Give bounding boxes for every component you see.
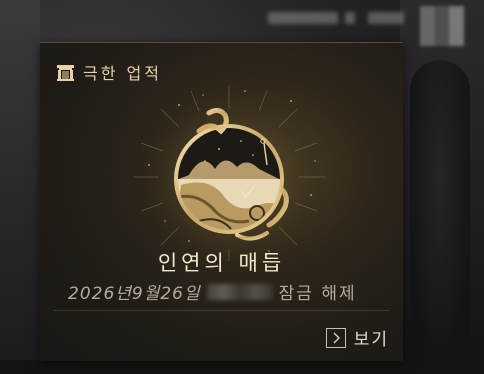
- blurred-hud-text: [345, 12, 355, 24]
- divider: [54, 310, 389, 311]
- pixelated-hud-element: [420, 6, 464, 46]
- view-button[interactable]: 보기: [325, 325, 389, 350]
- gate-icon: [56, 63, 75, 82]
- background-bottom: [0, 360, 484, 374]
- background-left: [0, 0, 40, 374]
- background-character: [410, 60, 470, 360]
- unlock-date: 2026년9월26일: [68, 284, 201, 304]
- knot-emblem-icon: [119, 65, 339, 273]
- achievement-popup: 극한 업적 인연의 매듭 2026년9월26일 잠금 해제 보기: [40, 42, 403, 361]
- redacted-time: [206, 283, 273, 300]
- achievement-name: 인연의 매듭: [157, 251, 286, 275]
- game-screen: 극한 업적 인연의 매듭 2026년9월26일 잠금 해제 보기: [0, 0, 484, 374]
- background-right: [400, 0, 484, 374]
- blurred-hud-text: [368, 12, 404, 24]
- chevron-right-icon: [325, 327, 346, 348]
- unlock-label: 잠금 해제: [278, 284, 357, 304]
- unlock-info: 2026년9월26일 잠금 해제: [68, 279, 357, 304]
- view-label: 보기: [353, 330, 389, 350]
- blurred-hud-text: [268, 12, 338, 24]
